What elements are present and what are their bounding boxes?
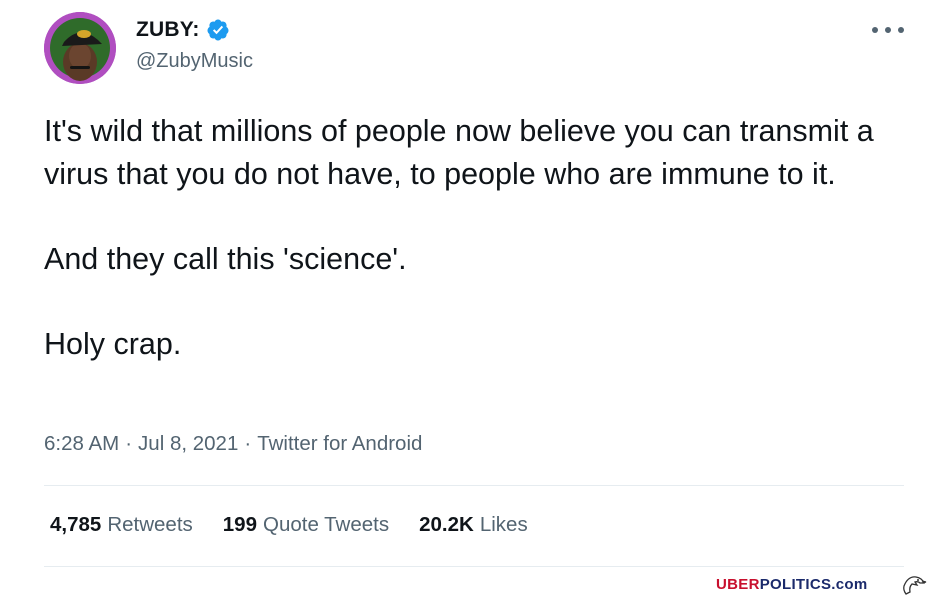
more-dot	[898, 27, 904, 33]
tweet-date[interactable]: Jul 8, 2021	[138, 432, 238, 456]
meta-separator: ·	[244, 432, 252, 455]
watermark-footer: UBERPOLITICS.com	[0, 568, 940, 598]
retweets-stat[interactable]: 4,785 Retweets	[50, 513, 193, 537]
verified-badge-icon	[206, 18, 230, 42]
tweet-card: ZUBY: @ZubyMusic It's wild that millions…	[0, 0, 940, 568]
watermark-uber: UBER	[716, 576, 760, 593]
tweet-paragraph: Holy crap.	[44, 326, 182, 361]
watermark-text: UBERPOLITICS.com	[716, 576, 867, 593]
quote-tweets-stat[interactable]: 199 Quote Tweets	[223, 513, 389, 537]
divider	[44, 485, 904, 486]
quote-tweets-count: 199	[222, 513, 257, 536]
tweet-source[interactable]: Twitter for Android	[257, 432, 422, 456]
author-name-row: ZUBY:	[136, 18, 230, 42]
likes-label: Likes	[479, 513, 528, 536]
tweet-paragraph: It's wild that millions of people now be…	[44, 114, 874, 191]
eagle-icon	[900, 572, 928, 596]
likes-stat[interactable]: 20.2K Likes	[419, 513, 528, 537]
tweet-time[interactable]: 6:28 AM	[44, 432, 119, 456]
author-display-name[interactable]: ZUBY:	[136, 18, 200, 42]
tweet-text: It's wild that millions of people now be…	[44, 110, 904, 365]
retweets-label: Retweets	[107, 513, 193, 536]
author-handle[interactable]: @ZubyMusic	[136, 50, 253, 73]
meta-separator: ·	[125, 432, 133, 455]
avatar-image	[44, 12, 116, 84]
watermark-politics: POLITICS.com	[759, 576, 868, 593]
likes-count: 20.2K	[419, 513, 474, 536]
divider	[44, 566, 904, 567]
more-dot	[885, 27, 891, 33]
avatar[interactable]	[44, 12, 116, 84]
tweet-paragraph: And they call this 'science'.	[44, 241, 407, 276]
more-options-icon[interactable]	[872, 20, 904, 40]
tweet-metadata: 6:28 AM · Jul 8, 2021 · Twitter for Andr…	[44, 432, 422, 456]
quote-tweets-label: Quote Tweets	[263, 513, 390, 536]
retweets-count: 4,785	[50, 513, 102, 536]
engagement-stats: 4,785 Retweets 199 Quote Tweets 20.2K Likes	[50, 513, 558, 537]
more-dot	[872, 27, 878, 33]
